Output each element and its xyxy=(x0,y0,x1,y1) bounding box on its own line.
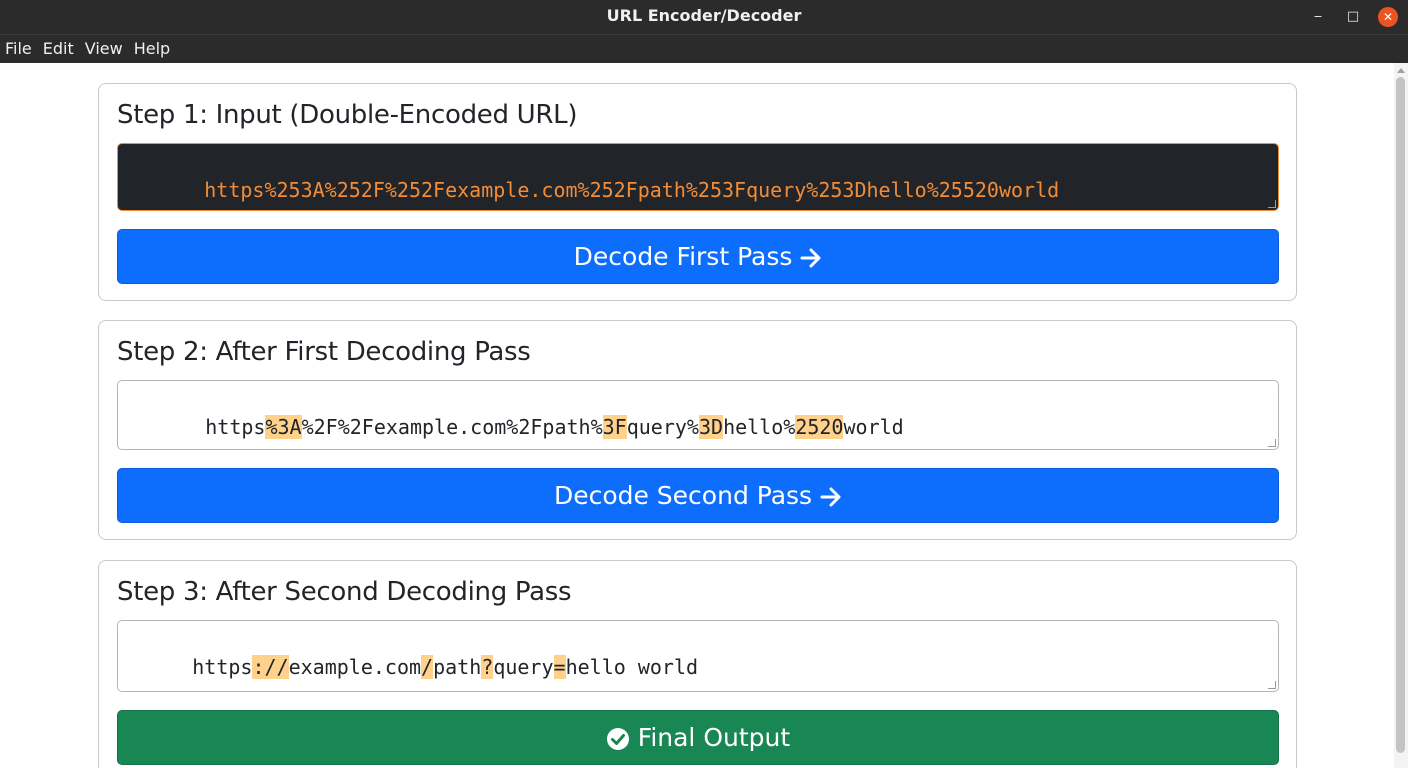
step-3-output-text: https://example.com/path?query=hello wor… xyxy=(192,655,698,679)
arrow-right-icon xyxy=(820,487,841,507)
highlighted-segment: ? xyxy=(481,655,494,679)
scroll-up-icon[interactable] xyxy=(1397,68,1405,73)
highlighted-segment: :// xyxy=(252,655,289,679)
menu-help[interactable]: Help xyxy=(129,35,174,62)
step-2-card: Step 2: After First Decoding Pass https%… xyxy=(98,320,1297,540)
scrollbar-thumb[interactable] xyxy=(1396,77,1405,753)
highlighted-segment: 3F xyxy=(602,415,627,439)
highlighted-segment: / xyxy=(421,655,434,679)
final-output-label: Final Output xyxy=(637,723,791,752)
step-2-output-text: https%3A%2F%2Fexample.com%2Fpath%3Fquery… xyxy=(205,415,904,439)
menu-file[interactable]: File xyxy=(0,35,36,62)
text-segment: query% xyxy=(626,415,699,439)
resize-handle-icon[interactable] xyxy=(1268,200,1276,208)
step-1-input-text: https%253A%252F%252Fexample.com%252Fpath… xyxy=(204,178,1059,202)
text-segment: path xyxy=(433,655,482,679)
close-icon[interactable]: ✕ xyxy=(1378,7,1398,27)
check-circle-icon xyxy=(606,728,629,750)
text-segment: world xyxy=(843,415,904,439)
arrow-right-icon xyxy=(800,248,821,268)
maximize-icon[interactable]: □ xyxy=(1343,7,1363,27)
highlighted-segment: = xyxy=(553,655,566,679)
text-segment: example.com xyxy=(288,655,422,679)
text-segment: hello world xyxy=(565,655,699,679)
step-1-title: Step 1: Input (Double-Encoded URL) xyxy=(117,100,578,130)
step-1-input-field[interactable]: https%253A%252F%252Fexample.com%252Fpath… xyxy=(117,143,1279,211)
minimize-icon[interactable]: ‒ xyxy=(1308,7,1328,27)
highlighted-segment: %3A xyxy=(265,415,302,439)
highlighted-segment: 2520 xyxy=(795,415,844,439)
text-segment: %2F%2Fexample.com%2Fpath% xyxy=(301,415,603,439)
text-segment: query xyxy=(493,655,554,679)
menu-edit[interactable]: Edit xyxy=(38,35,78,62)
step-2-title: Step 2: After First Decoding Pass xyxy=(117,337,531,367)
text-segment: https%253A%252F%252Fexample.com%252Fpath… xyxy=(204,178,1060,202)
decode-first-pass-label: Decode First Pass xyxy=(573,242,793,271)
resize-handle-icon[interactable] xyxy=(1268,439,1276,447)
text-segment: https xyxy=(192,655,253,679)
highlighted-segment: 3D xyxy=(698,415,724,439)
menu-view[interactable]: View xyxy=(80,35,127,62)
window-title: URL Encoder/Decoder xyxy=(606,6,802,25)
resize-handle-icon[interactable] xyxy=(1268,681,1276,689)
decode-second-pass-button[interactable]: Decode Second Pass xyxy=(117,468,1279,523)
decode-first-pass-button[interactable]: Decode First Pass xyxy=(117,229,1279,284)
final-output-button[interactable]: Final Output xyxy=(117,710,1279,765)
window-titlebar: URL Encoder/Decoder ‒ □ ✕ xyxy=(0,0,1408,34)
step-2-output-field[interactable]: https%3A%2F%2Fexample.com%2Fpath%3Fquery… xyxy=(117,380,1279,450)
vertical-scrollbar[interactable] xyxy=(1394,63,1408,768)
menu-bar: File Edit View Help xyxy=(0,34,1408,63)
step-3-card: Step 3: After Second Decoding Pass https… xyxy=(98,560,1297,768)
step-3-title: Step 3: After Second Decoding Pass xyxy=(117,577,572,607)
step-3-output-field[interactable]: https://example.com/path?query=hello wor… xyxy=(117,620,1279,692)
text-segment: hello% xyxy=(723,415,796,439)
decode-second-pass-label: Decode Second Pass xyxy=(553,481,813,510)
text-segment: https xyxy=(205,415,266,439)
step-1-card: Step 1: Input (Double-Encoded URL) https… xyxy=(98,83,1297,301)
main-content: Step 1: Input (Double-Encoded URL) https… xyxy=(0,63,1394,768)
